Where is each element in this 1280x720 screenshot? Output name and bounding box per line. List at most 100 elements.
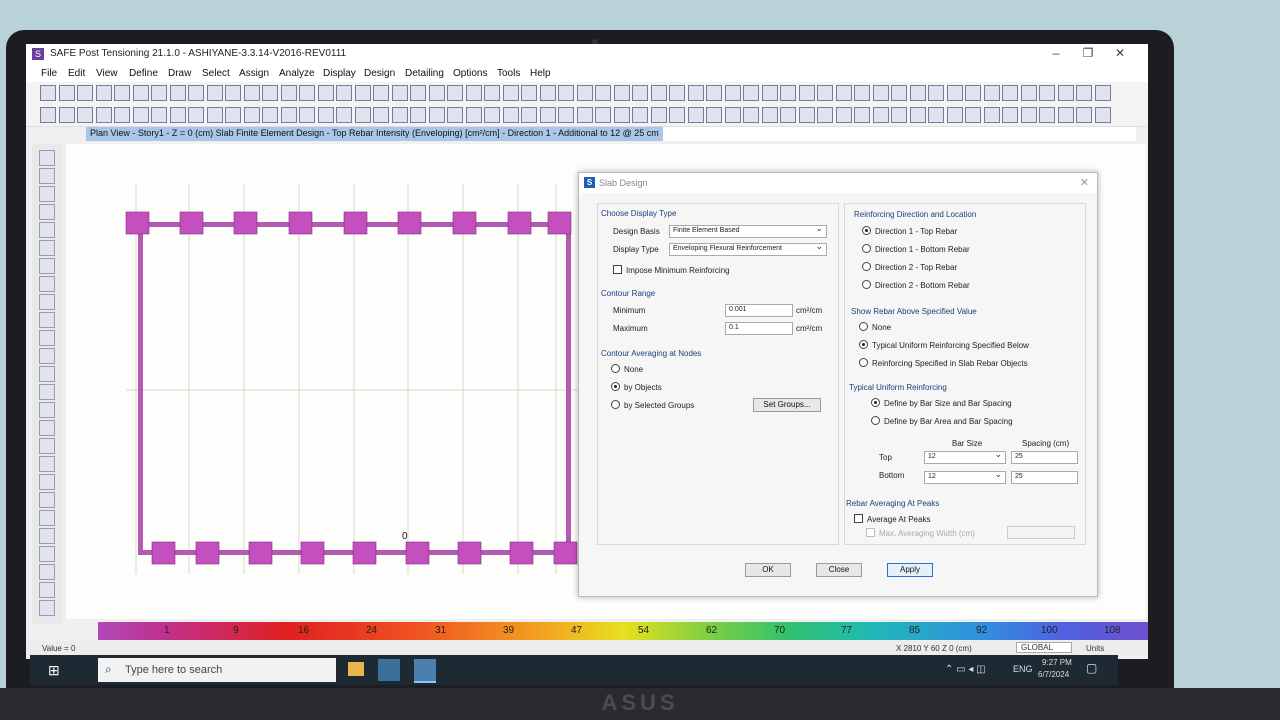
averaging-by-groups-radio[interactable] [611,400,620,409]
averaging-by-objects-radio[interactable] [611,382,620,391]
toolbar-button-icon[interactable] [410,107,426,123]
maximize-button[interactable]: ❐ [1072,46,1104,60]
close-dialog-button[interactable]: Close [816,563,862,577]
side-tool-icon[interactable] [39,582,55,598]
menu-detailing[interactable]: Detailing [405,68,444,79]
toolbar-button-icon[interactable] [743,85,759,101]
toolbar-button-icon[interactable] [280,85,297,101]
toolbar-button-icon[interactable] [798,107,815,123]
toolbar-button-icon[interactable] [724,107,741,123]
side-tool-icon[interactable] [39,150,55,166]
toolbar-button-icon[interactable] [428,107,445,123]
minimum-input[interactable]: 0.001 [725,304,793,317]
toolbar-button-icon[interactable] [151,85,167,101]
menu-design[interactable]: Design [364,68,395,79]
toolbar-button-icon[interactable] [835,85,852,101]
toolbar-button-icon[interactable] [706,85,722,101]
toolbar-button-icon[interactable] [95,107,112,123]
toolbar-button-icon[interactable] [521,85,537,101]
toolbar-button-icon[interactable] [1076,85,1092,101]
toolbar-button-icon[interactable] [58,85,75,101]
dir2-top-radio[interactable] [862,262,871,271]
toolbar-button-icon[interactable] [391,85,408,101]
toolbar-button-icon[interactable] [558,107,574,123]
toolbar-button-icon[interactable] [632,107,648,123]
toolbar-button-icon[interactable] [447,85,463,101]
show-rebar-typical-radio[interactable] [859,340,868,349]
toolbar-button-icon[interactable] [484,107,500,123]
toolbar-button-icon[interactable] [151,107,167,123]
design-basis-select[interactable]: Finite Element Based [669,223,827,238]
side-tool-icon[interactable] [39,240,55,256]
toolbar-button-icon[interactable] [854,107,870,123]
side-tool-icon[interactable] [39,312,55,328]
toolbar-button-icon[interactable] [169,107,186,123]
toolbar-button-icon[interactable] [169,85,186,101]
menu-file[interactable]: File [41,68,57,79]
toolbar-button-icon[interactable] [132,107,149,123]
display-type-select[interactable]: Enveloping Flexural Reinforcement [669,241,827,256]
toolbar-button-icon[interactable] [77,107,93,123]
toolbar-button-icon[interactable] [632,85,648,101]
tab-plan-view[interactable]: Plan View - Story1 - Z = 0 (cm) Slab Fin… [86,127,663,141]
toolbar-button-icon[interactable] [854,85,870,101]
menu-select[interactable]: Select [202,68,230,79]
impose-minimum-checkbox[interactable] [613,265,622,274]
toolbar-button-icon[interactable] [872,107,889,123]
show-rebar-objects-radio[interactable] [859,358,868,367]
side-tool-icon[interactable] [39,366,55,382]
bottom-spacing-input[interactable]: 25 [1011,471,1078,484]
toolbar-button-icon[interactable] [114,107,130,123]
side-tool-icon[interactable] [39,222,55,238]
toolbar-button-icon[interactable] [243,85,260,101]
dir1-top-radio[interactable] [862,226,871,235]
toolbar-button-icon[interactable] [1057,85,1074,101]
define-by-size-radio[interactable] [871,398,880,407]
side-tool-icon[interactable] [39,564,55,580]
toolbar-button-icon[interactable] [40,85,56,101]
toolbar-button-icon[interactable] [299,85,315,101]
safe-taskbar-icon[interactable] [378,659,400,681]
toolbar-button-icon[interactable] [95,85,112,101]
toolbar-button-icon[interactable] [817,107,833,123]
side-tool-icon[interactable] [39,402,55,418]
side-tool-icon[interactable] [39,546,55,562]
file-explorer-icon[interactable] [348,662,364,676]
toolbar-button-icon[interactable] [1076,107,1092,123]
side-tool-icon[interactable] [39,456,55,472]
toolbar-button-icon[interactable] [965,85,981,101]
toolbar-button-icon[interactable] [761,85,778,101]
toolbar-button-icon[interactable] [706,107,722,123]
toolbar-button-icon[interactable] [780,107,796,123]
toolbar-button-icon[interactable] [724,85,741,101]
average-at-peaks-checkbox[interactable] [854,514,863,523]
toolbar-button-icon[interactable] [465,85,482,101]
toolbar-button-icon[interactable] [928,85,944,101]
toolbar-button-icon[interactable] [761,107,778,123]
toolbar-button-icon[interactable] [225,107,241,123]
toolbar-button-icon[interactable] [669,107,685,123]
bottom-bar-size-select[interactable]: 12 [924,469,1006,484]
toolbar-button-icon[interactable] [243,107,260,123]
apply-button[interactable]: Apply [887,563,933,577]
toolbar-button-icon[interactable] [872,85,889,101]
side-tool-icon[interactable] [39,438,55,454]
toolbar-button-icon[interactable] [1057,107,1074,123]
side-tool-icon[interactable] [39,474,55,490]
toolbar-button-icon[interactable] [576,107,593,123]
toolbar-button-icon[interactable] [817,85,833,101]
toolbar-button-icon[interactable] [983,107,1000,123]
toolbar-button-icon[interactable] [280,107,297,123]
toolbar-button-icon[interactable] [650,107,667,123]
toolbar-button-icon[interactable] [891,85,907,101]
menu-edit[interactable]: Edit [68,68,85,79]
toolbar-button-icon[interactable] [1094,107,1111,123]
side-tool-icon[interactable] [39,204,55,220]
toolbar-button-icon[interactable] [428,85,445,101]
side-tool-icon[interactable] [39,420,55,436]
toolbar-button-icon[interactable] [206,85,223,101]
averaging-none-radio[interactable] [611,364,620,373]
toolbar-button-icon[interactable] [262,85,278,101]
toolbar-button-icon[interactable] [835,107,852,123]
toolbar-button-icon[interactable] [798,85,815,101]
